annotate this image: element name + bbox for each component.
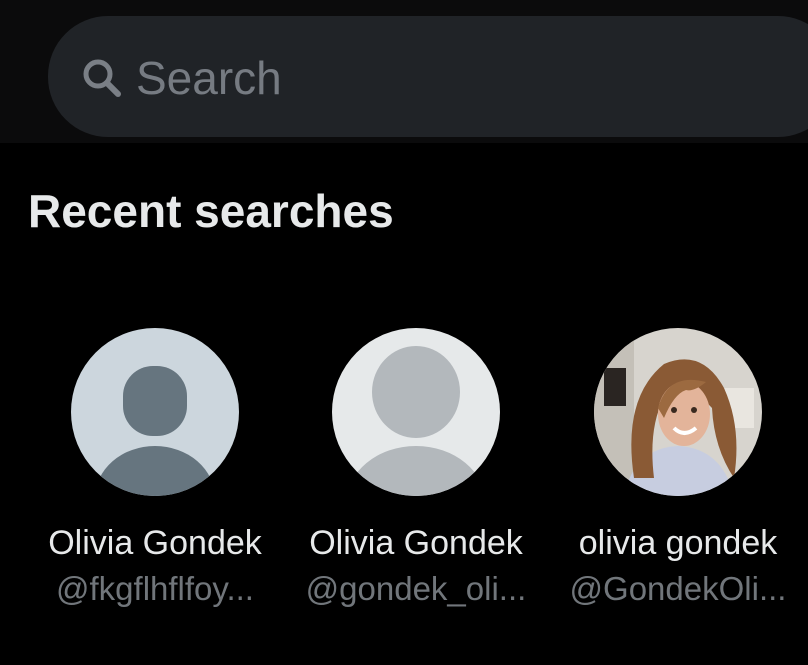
recent-search-name: Olivia Gondek (48, 524, 262, 562)
profile-photo-avatar (594, 328, 762, 496)
recent-searches-heading: Recent searches (28, 185, 394, 237)
recent-search-handle: @fkgflhflfoy... (56, 570, 254, 607)
recent-search-item[interactable]: Olivia Gondek @fkgflhflfoy... (19, 326, 291, 626)
recent-search-handle: @gondek_oli... (305, 570, 527, 607)
default-avatar-icon (71, 328, 239, 496)
recent-search-name: olivia gondek (578, 524, 778, 562)
search-input[interactable] (136, 40, 736, 116)
recent-search-item[interactable]: olivia gondek @GondekOli... (542, 326, 808, 626)
default-avatar-icon (332, 328, 500, 496)
search-icon[interactable] (80, 56, 124, 100)
recent-search-handle: @GondekOli... (569, 570, 787, 607)
recent-search-item[interactable]: Olivia Gondek @gondek_oli... (280, 326, 552, 626)
recent-search-name: Olivia Gondek (309, 524, 523, 562)
